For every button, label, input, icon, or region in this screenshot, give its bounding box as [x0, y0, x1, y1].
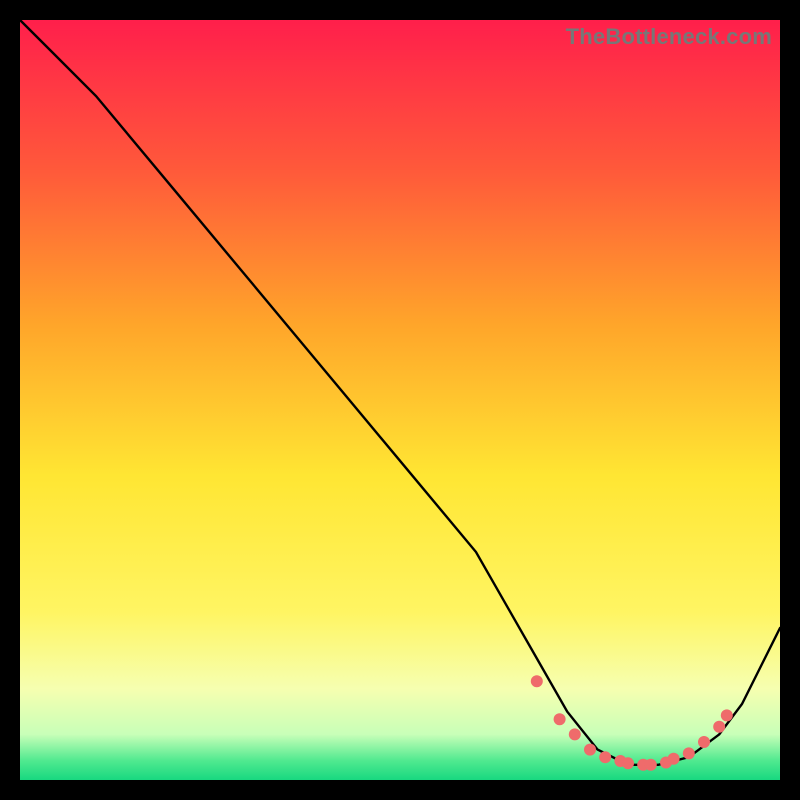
chart-frame: TheBottleneck.com	[20, 20, 780, 780]
watermark-text: TheBottleneck.com	[566, 24, 772, 50]
gradient-curve-chart	[20, 20, 780, 780]
